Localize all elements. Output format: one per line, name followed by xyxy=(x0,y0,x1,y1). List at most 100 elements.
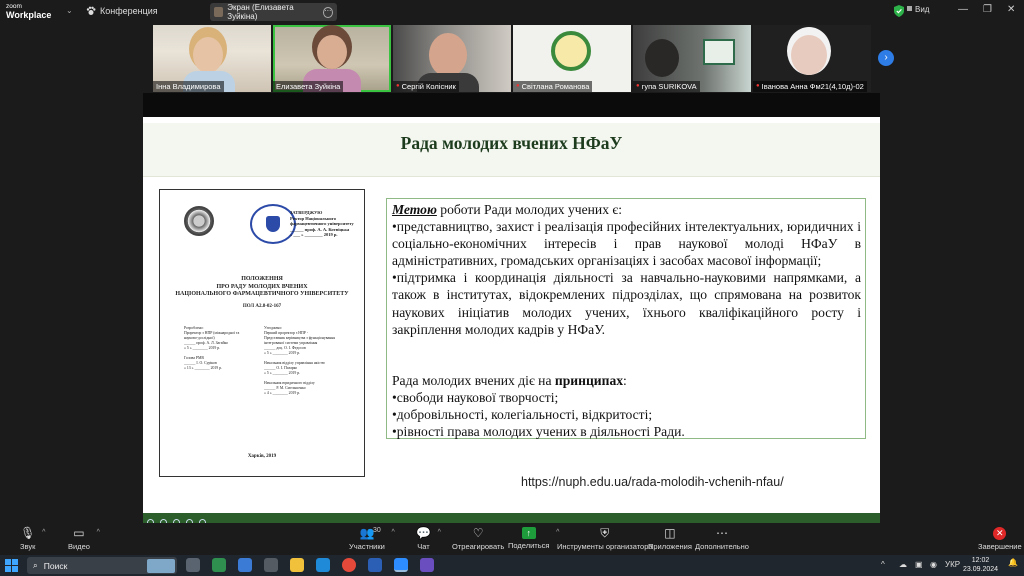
doc-city: Харків, 2019 xyxy=(247,454,277,459)
view-menu[interactable]: Вид xyxy=(915,5,929,14)
zoom-logo: zoom Workplace xyxy=(6,3,52,20)
participants-button[interactable]: 👥 Участники 30 ^ xyxy=(349,527,395,552)
participant-tile[interactable]: ● гупа SURIKOVA xyxy=(633,25,751,92)
mic-muted-icon: ● xyxy=(636,83,640,89)
principle-item: •добровільності, колегіальності, відкрит… xyxy=(392,406,653,422)
microphone-icon: 🎙 xyxy=(20,526,36,540)
chevron-up-icon[interactable]: ^ xyxy=(438,529,441,536)
next-participants-button[interactable]: › xyxy=(878,50,894,66)
mic-muted-icon: ● xyxy=(756,83,760,89)
chrome-browser-icon[interactable] xyxy=(342,558,356,572)
more-button[interactable]: ⋯ Дополнительно xyxy=(695,527,749,552)
participant-name: ● Світлана Романова xyxy=(513,81,593,92)
apps-icon: ◫ xyxy=(664,526,676,540)
task-view-icon[interactable] xyxy=(186,558,200,572)
windows-start-icon[interactable] xyxy=(5,559,18,572)
word-icon[interactable] xyxy=(368,558,382,572)
participant-video xyxy=(791,35,827,75)
slide-title: Рада молодих вчених НФаУ xyxy=(400,133,623,153)
file-explorer-icon[interactable] xyxy=(290,558,304,572)
slide-text-box: Метою роботи Ради молодих учених є: •пре… xyxy=(386,198,866,439)
doc-right-column: Узгоджено: Перший проректор з НПР - Пред… xyxy=(264,326,335,395)
chevron-up-icon[interactable]: ^ xyxy=(42,529,45,536)
tray-chevron-icon[interactable]: ^ xyxy=(881,560,885,569)
sharer-avatar xyxy=(214,7,224,17)
share-button[interactable]: ↑ Поделиться ^ xyxy=(508,527,559,550)
presentation-slide: Рада молодих вчених НФаУ ЗАТВЕРДЖУЮ Рект… xyxy=(143,117,880,513)
tray-app-icon[interactable]: ☁ xyxy=(899,560,907,569)
participant-tile[interactable]: ● Сергій Колісник xyxy=(393,25,511,92)
slide-top-bar xyxy=(143,93,880,117)
taskbar-clock[interactable]: 12:02 23.09.2024 xyxy=(963,556,998,574)
minimize-icon[interactable]: — xyxy=(958,4,968,15)
participant-strip: Інна Владимирова Елизавета Зуйкіна ● Серг… xyxy=(153,24,873,93)
chevron-up-icon[interactable]: ^ xyxy=(392,529,395,536)
video-camera-icon: ▭ xyxy=(73,526,85,540)
principles-heading: Рада молодих вчених діє на принципах: xyxy=(392,372,627,388)
participant-video-screen xyxy=(703,39,735,65)
app-icon[interactable] xyxy=(420,558,434,572)
chat-icon: 💬 xyxy=(416,526,431,540)
host-tools-button[interactable]: ⛨ Инструменты организатора xyxy=(557,526,653,552)
os-taskbar: ⌕ Поиск ^ ☁ ▣ ◉ УКР 12:02 23.09.2024 🔔 xyxy=(0,555,1024,576)
taskbar-search[interactable]: ⌕ Поиск xyxy=(27,557,177,574)
notifications-icon[interactable]: 🔔 xyxy=(1008,558,1018,567)
goal-bullet: •підтримка і координація діяльності за н… xyxy=(392,270,861,337)
tray-app-icon[interactable]: ◉ xyxy=(930,560,937,569)
doc-title: ПОЛОЖЕННЯ ПРО РАДУ МОЛОДИХ ВЧЕНИХ НАЦІОН… xyxy=(175,276,349,297)
mic-muted-icon: ● xyxy=(396,83,400,89)
participant-tile[interactable]: ● Світлана Романова xyxy=(513,25,631,92)
video-button[interactable]: ▭ Видео ^ xyxy=(68,526,100,552)
end-call-icon: ✕ xyxy=(993,527,1007,540)
doc-left-column: Розроблено: Проректор з НПР (міжнародної… xyxy=(184,326,240,370)
react-button[interactable]: ♡ Отреагировать xyxy=(452,526,504,552)
participant-name: Інна Владимирова xyxy=(153,81,224,92)
app-icon[interactable] xyxy=(264,558,278,572)
participant-tile-active[interactable]: Елизавета Зуйкіна xyxy=(273,25,391,92)
principle-item: •свободи наукової творчості; xyxy=(392,389,559,405)
participant-tile[interactable]: Інна Владимирова xyxy=(153,25,271,92)
goal-heading: Метою роботи Ради молодих учених є: xyxy=(392,202,623,217)
search-icon: ⌕ xyxy=(33,560,38,570)
paw-icon xyxy=(86,6,96,15)
chat-button[interactable]: 💬 Чат ^ xyxy=(416,526,441,552)
window-title-bar: zoom Workplace ⌄ Конференция Экран (Елиз… xyxy=(0,0,1024,24)
participant-name: Елизавета Зуйкіна xyxy=(273,81,344,92)
participant-video xyxy=(193,37,223,73)
chevron-up-icon[interactable]: ^ xyxy=(97,529,100,536)
apps-button[interactable]: ◫ Приложения xyxy=(648,526,692,552)
end-meeting-button[interactable]: ✕ Завершение xyxy=(978,527,1022,551)
edge-browser-icon[interactable] xyxy=(316,558,330,572)
more-options-icon[interactable]: ⋯ xyxy=(322,6,333,18)
mail-icon[interactable] xyxy=(238,558,252,572)
widgets-icon[interactable] xyxy=(212,558,226,572)
language-indicator[interactable]: УКР xyxy=(945,560,960,569)
conference-label: Конференция xyxy=(100,6,158,16)
close-icon[interactable]: ✕ xyxy=(1007,4,1015,15)
conference-menu[interactable]: Конференция xyxy=(86,6,158,16)
university-crest-icon xyxy=(184,206,214,236)
shield-icon: ⛨ xyxy=(600,526,610,540)
maximize-icon[interactable]: ❐ xyxy=(983,4,992,15)
participant-name: ● Іванова Анна Фм21(4,10д)-02 xyxy=(753,81,867,92)
chevron-down-icon[interactable]: ⌄ xyxy=(66,6,73,15)
goal-bullet: •представництво, захист і реалізація про… xyxy=(392,219,861,269)
participant-name: ● Сергій Колісник xyxy=(393,81,459,92)
mic-muted-icon: ● xyxy=(516,83,520,89)
search-input[interactable]: Поиск xyxy=(44,561,68,571)
screen-share-pill[interactable]: Экран (Елизавета Зуйкіна) ⋯ xyxy=(210,3,337,21)
heart-icon: ♡ xyxy=(472,526,484,540)
regulation-document-image: ЗАТВЕРДЖУЮ Ректор Національного фармацев… xyxy=(159,189,365,477)
zoom-app-icon[interactable] xyxy=(394,558,408,572)
tray-app-icon[interactable]: ▣ xyxy=(915,560,923,569)
screen-share-label: Экран (Елизавета Зуйкіна) xyxy=(227,3,294,21)
shared-screen-area: Рада молодих вчених НФаУ ЗАТВЕРДЖУЮ Рект… xyxy=(0,93,1024,526)
participant-tile[interactable]: ● Іванова Анна Фм21(4,10д)-02 xyxy=(753,25,871,92)
participants-count: 30 xyxy=(373,527,381,534)
audio-button[interactable]: 🎙 Звук ^ xyxy=(20,526,45,552)
doc-approval: ЗАТВЕРДЖУЮ Ректор Національного фармацев… xyxy=(290,210,354,237)
participant-video xyxy=(317,35,347,69)
council-url[interactable]: https://nuph.edu.ua/rada-molodih-vchenih… xyxy=(521,475,784,489)
security-shield-icon[interactable] xyxy=(894,5,904,17)
